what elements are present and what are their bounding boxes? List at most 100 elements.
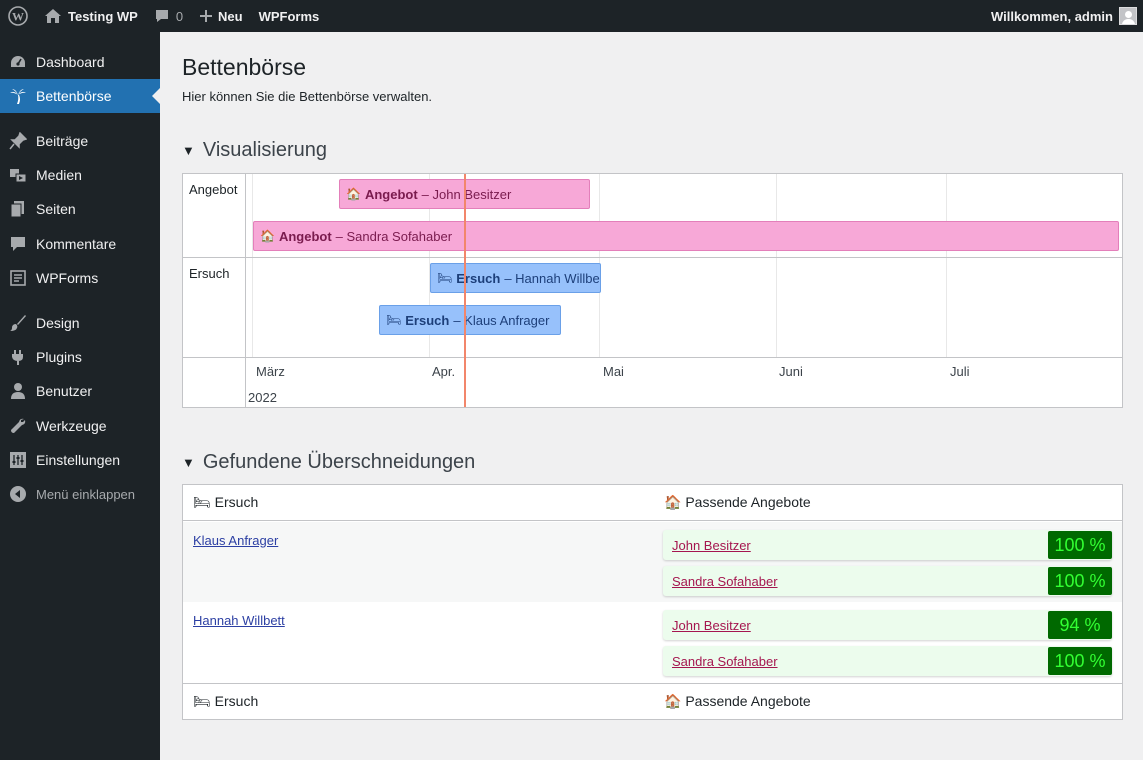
timeline-group-divider	[183, 257, 1122, 258]
match-item: Sandra Sofahaber 100 %	[663, 566, 1112, 596]
sidebar-item-seiten[interactable]: Seiten	[0, 192, 160, 226]
offer-link[interactable]: Sandra Sofahaber	[672, 574, 778, 589]
page-description: Hier können Sie die Bettenbörse verwalte…	[182, 89, 433, 104]
item-separator: –	[504, 270, 516, 286]
sidebar-item-benutzer[interactable]: Benutzer	[0, 374, 160, 408]
bed-icon: 🛏	[437, 271, 453, 285]
sidebar-item-label: Beiträge	[36, 133, 89, 149]
site-name: Testing WP	[68, 8, 138, 24]
wordpress-logo-icon[interactable]: W	[0, 0, 36, 32]
new-content-link[interactable]: Neu	[191, 0, 251, 32]
triangle-down-icon: ▼	[182, 143, 195, 158]
column-header-label: Passende Angebote	[685, 494, 811, 510]
overlaps-toggle[interactable]: ▼ Gefundene Überschneidungen	[182, 451, 475, 474]
comment-icon	[0, 235, 36, 253]
wpforms-link[interactable]: WPForms	[251, 0, 328, 32]
timeline-item-offer[interactable]: 🏠 Angebot – Sandra Sofahaber	[253, 221, 1119, 251]
pages-icon	[0, 200, 36, 218]
table-header: 🛏 Ersuch 🏠 Passende Angebote	[183, 485, 1122, 521]
match-score-badge: 100 %	[1048, 531, 1112, 559]
sidebar-item-einstellungen[interactable]: Einstellungen	[0, 443, 160, 477]
sidebar-item-label: Kommentare	[36, 236, 117, 252]
sidebar-item-label: Benutzer	[36, 383, 93, 399]
sidebar-item-medien[interactable]: Medien	[0, 158, 160, 192]
svg-text:W: W	[12, 10, 24, 24]
house-icon: 🏠	[260, 229, 275, 243]
overlaps-heading: Gefundene Überschneidungen	[202, 451, 476, 473]
request-link[interactable]: Hannah Willbett	[193, 613, 285, 628]
bed-icon: 🛏	[386, 313, 402, 327]
axis-month-label: Apr.	[432, 364, 456, 379]
sidebar-item-bettenboerse[interactable]: Bettenbörse	[0, 79, 160, 113]
sidebar-item-label: WPForms	[36, 270, 99, 286]
axis-year-label: 2022	[248, 390, 277, 405]
avatar	[1119, 7, 1137, 25]
match-item: John Besitzer 94 %	[663, 610, 1112, 640]
visualization-toggle[interactable]: ▼ Visualisierung	[182, 139, 327, 162]
timeline: Angebot Ersuch 🏠 Angebot – John Besitzer…	[182, 173, 1123, 408]
plus-icon	[199, 9, 213, 23]
item-type: Angebot	[278, 228, 332, 244]
item-name: Klaus Anfrager	[464, 312, 550, 328]
admin-sidebar: Dashboard Bettenbörse Beiträge Medien Se…	[0, 32, 160, 760]
axis-month-label: Juni	[779, 364, 803, 379]
sidebar-item-label: Werkzeuge	[36, 418, 107, 434]
request-link[interactable]: Klaus Anfrager	[193, 533, 278, 548]
offer-link[interactable]: John Besitzer	[672, 618, 751, 633]
item-type: Angebot	[364, 186, 418, 202]
media-icon	[0, 166, 36, 184]
sidebar-item-wpforms[interactable]: WPForms	[0, 261, 160, 295]
wpforms-icon	[0, 269, 36, 287]
match-item: John Besitzer 100 %	[663, 530, 1112, 560]
timeline-axis-divider	[183, 357, 1122, 358]
timeline-gridline	[252, 174, 253, 357]
axis-month-label: Mai	[603, 364, 624, 379]
offer-link[interactable]: John Besitzer	[672, 538, 751, 553]
comments-link[interactable]: 0	[146, 0, 191, 32]
sidebar-item-label: Dashboard	[36, 54, 105, 70]
sidebar-item-kommentare[interactable]: Kommentare	[0, 227, 160, 261]
axis-month-label: März	[256, 364, 285, 379]
collapse-menu-button[interactable]: Menü einklappen	[0, 477, 160, 511]
house-icon: 🏠	[346, 187, 361, 201]
sidebar-item-design[interactable]: Design	[0, 306, 160, 340]
user-icon	[0, 382, 36, 400]
sidebar-item-werkzeuge[interactable]: Werkzeuge	[0, 409, 160, 443]
timeline-item-request[interactable]: 🛏 Ersuch – Klaus Anfrager	[379, 305, 561, 335]
house-icon: 🏠	[664, 693, 682, 709]
item-name: Hannah Willbe	[515, 270, 600, 286]
item-separator: –	[453, 312, 465, 328]
group-label-request: Ersuch	[189, 266, 230, 281]
group-label-offer: Angebot	[189, 182, 238, 197]
table-row: Hannah Willbett John Besitzer 94 % Sandr…	[183, 602, 1122, 682]
table-footer: 🛏 Ersuch 🏠 Passende Angebote	[183, 683, 1122, 719]
column-header-request: 🛏 Ersuch	[193, 494, 258, 511]
sidebar-item-label: Menü einklappen	[36, 486, 136, 502]
dashboard-icon	[0, 53, 36, 71]
bed-icon: 🛏	[193, 494, 211, 510]
triangle-down-icon: ▼	[182, 455, 195, 470]
sidebar-item-dashboard[interactable]: Dashboard	[0, 45, 160, 79]
sidebar-item-label: Medien	[36, 167, 82, 183]
pin-icon	[0, 132, 36, 150]
home-icon	[44, 8, 62, 24]
offer-link[interactable]: Sandra Sofahaber	[672, 654, 778, 669]
welcome-text: Willkommen, admin	[991, 8, 1113, 24]
sidebar-item-label: Bettenbörse	[36, 88, 112, 104]
comments-count: 0	[175, 8, 184, 24]
page-title: Bettenbörse	[182, 54, 307, 80]
sidebar-item-beitraege[interactable]: Beiträge	[0, 124, 160, 158]
axis-month-label: Juli	[950, 364, 970, 379]
my-account-link[interactable]: Willkommen, admin	[983, 0, 1143, 32]
plugin-icon	[0, 348, 36, 366]
new-label: Neu	[218, 8, 243, 24]
current-time-marker	[464, 174, 466, 407]
timeline-item-request[interactable]: 🛏 Ersuch – Hannah Willbe	[430, 263, 601, 293]
item-type: Ersuch	[456, 270, 501, 286]
sidebar-item-label: Design	[36, 315, 80, 331]
column-footer-offers: 🏠 Passende Angebote	[664, 693, 811, 710]
site-name-link[interactable]: Testing WP	[36, 0, 146, 32]
sidebar-item-plugins[interactable]: Plugins	[0, 340, 160, 374]
admin-bar: W Testing WP 0 Neu WPForms Willkommen, a…	[0, 0, 1143, 32]
house-icon: 🏠	[664, 494, 682, 510]
